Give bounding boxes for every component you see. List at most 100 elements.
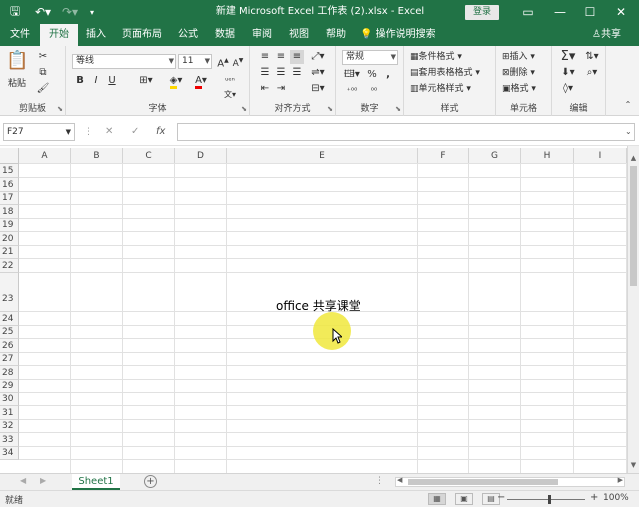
row-header-15[interactable]: 15 — [0, 164, 19, 178]
paste-label[interactable]: 粘贴 — [4, 76, 30, 89]
zoom-in-icon[interactable]: + — [590, 492, 598, 503]
scroll-down-icon[interactable]: ▼ — [628, 459, 639, 471]
decrease-decimal-icon[interactable]: ⁰⁰ — [364, 84, 384, 98]
row-header-23[interactable]: 23 — [0, 273, 19, 312]
merge-icon[interactable]: ⊟▾ — [308, 82, 328, 96]
tab-review[interactable]: 审阅 — [246, 24, 278, 46]
expand-formula-icon[interactable]: ⌄ — [625, 123, 632, 141]
increase-font-icon[interactable]: A▲ — [216, 54, 230, 71]
align-middle-icon[interactable]: ≡ — [274, 50, 288, 64]
save-icon[interactable]: 🖫 — [6, 0, 24, 24]
row-header-17[interactable]: 17 — [0, 192, 19, 205]
cell-styles-button[interactable]: ▥单元格样式 ▾ — [410, 82, 471, 96]
format-cells-button[interactable]: ▣格式 ▾ — [502, 82, 536, 96]
zoom-level[interactable]: 100% — [603, 493, 629, 503]
prev-sheet-icon[interactable]: ◀ — [20, 476, 26, 485]
tab-splitter-icon[interactable]: ⋮ — [375, 476, 384, 486]
tab-data[interactable]: 数据 — [209, 24, 241, 46]
wrap-text-icon[interactable]: ⇌▾ — [308, 66, 328, 80]
font-color-icon[interactable]: A▾ — [191, 74, 211, 89]
close-icon[interactable]: ✕ — [606, 0, 636, 24]
worksheet-grid[interactable]: ABCDEFGHI 15 16 17 18 19 20 21 22 23 24 25 26 27 28 29… — [0, 146, 627, 473]
currency-icon[interactable]: 🖽▾ — [342, 68, 362, 82]
row-header-34[interactable]: 34 — [0, 447, 19, 460]
customize-qat-icon[interactable]: ▾ — [86, 0, 98, 24]
phonetic-icon[interactable]: ᵘᵉⁿ 文▾ — [220, 74, 240, 102]
insert-cells-button[interactable]: ⊞插入 ▾ — [502, 50, 535, 64]
tab-home[interactable]: 开始 — [40, 24, 78, 46]
row-header-29[interactable]: 29 — [0, 380, 19, 393]
normal-view-icon[interactable]: ▦ — [428, 493, 446, 505]
collapse-ribbon-icon[interactable]: ⌃ — [622, 98, 634, 112]
format-painter-icon[interactable]: 🖌 — [36, 82, 50, 96]
select-all-corner[interactable] — [0, 148, 19, 164]
zoom-slider-thumb[interactable] — [548, 495, 551, 504]
delete-cells-button[interactable]: ⊠删除 ▾ — [502, 66, 535, 80]
undo-icon[interactable]: ↶▾ — [32, 0, 54, 24]
cancel-icon[interactable]: ✕ — [105, 123, 113, 141]
row-header-18[interactable]: 18 — [0, 205, 19, 219]
row-header-26[interactable]: 26 — [0, 339, 19, 353]
scroll-right-icon[interactable]: ▶ — [618, 476, 623, 484]
tab-insert[interactable]: 插入 — [80, 24, 112, 46]
font-launcher-icon[interactable]: ⬊ — [241, 105, 247, 113]
format-as-table-button[interactable]: ▤套用表格格式 ▾ — [410, 66, 480, 80]
login-button[interactable]: 登录 — [465, 5, 499, 20]
bold-button[interactable]: B — [74, 74, 86, 88]
align-top-icon[interactable]: ≡ — [258, 50, 272, 64]
percent-button[interactable]: % — [366, 68, 378, 82]
sort-filter-icon[interactable]: ⇅▾ — [582, 50, 602, 64]
scroll-up-icon[interactable]: ▲ — [628, 152, 639, 164]
row-header-27[interactable]: 27 — [0, 353, 19, 366]
share-button[interactable]: ♙共享 — [592, 24, 621, 46]
number-launcher-icon[interactable]: ⬊ — [395, 105, 401, 113]
border-icon[interactable]: ⊞▾ — [136, 74, 156, 88]
copy-icon[interactable]: ⧉ — [36, 66, 50, 80]
increase-decimal-icon[interactable]: ⁺⁰⁰ — [342, 84, 362, 98]
number-format-select[interactable]: 常规 ▼ — [342, 50, 398, 65]
add-sheet-icon[interactable]: + — [144, 475, 157, 488]
align-right-icon[interactable]: ☰ — [290, 66, 304, 80]
row-header-31[interactable]: 31 — [0, 406, 19, 420]
column-header-a[interactable]: A — [19, 148, 71, 164]
cell-e23[interactable]: office 共享课堂 — [276, 297, 361, 314]
clipboard-launcher-icon[interactable]: ⬊ — [57, 105, 63, 113]
align-bottom-icon[interactable]: ≡ — [290, 50, 304, 64]
vertical-scroll-thumb[interactable] — [630, 166, 637, 286]
increase-indent-icon[interactable]: ⇥ — [274, 82, 288, 96]
row-header-32[interactable]: 32 — [0, 420, 19, 433]
enter-icon[interactable]: ✓ — [131, 123, 139, 141]
find-icon[interactable]: ⌕▾ — [582, 66, 602, 80]
column-header-h[interactable]: H — [521, 148, 574, 164]
decrease-indent-icon[interactable]: ⇤ — [258, 82, 272, 96]
comma-button[interactable]: , — [382, 68, 394, 82]
row-header-22[interactable]: 22 — [0, 259, 19, 273]
align-left-icon[interactable]: ☰ — [258, 66, 272, 80]
font-size-select[interactable]: 11 ▼ — [178, 54, 212, 69]
formula-input[interactable] — [177, 123, 635, 141]
row-header-24[interactable]: 24 — [0, 312, 19, 326]
ribbon-display-icon[interactable]: ▭ — [513, 0, 543, 24]
maximize-icon[interactable]: ☐ — [575, 0, 605, 24]
name-box[interactable]: F27 ▼ — [3, 123, 75, 141]
horizontal-scrollbar[interactable]: ◀ ▶ — [395, 476, 625, 487]
column-header-e[interactable]: E — [227, 148, 418, 164]
scroll-left-icon[interactable]: ◀ — [397, 476, 402, 484]
column-header-d[interactable]: D — [175, 148, 227, 164]
row-header-25[interactable]: 25 — [0, 326, 19, 339]
row-header-30[interactable]: 30 — [0, 393, 19, 406]
row-header-33[interactable]: 33 — [0, 433, 19, 447]
row-header-16[interactable]: 16 — [0, 178, 19, 192]
page-layout-view-icon[interactable]: ▣ — [455, 493, 473, 505]
conditional-format-button[interactable]: ▦条件格式 ▾ — [410, 50, 462, 64]
horizontal-scroll-thumb[interactable] — [408, 479, 558, 485]
tab-page-layout[interactable]: 页面布局 — [118, 24, 166, 46]
column-header-g[interactable]: G — [469, 148, 521, 164]
tab-help[interactable]: 帮助 — [320, 24, 352, 46]
row-header-20[interactable]: 20 — [0, 232, 19, 246]
tab-file[interactable]: 文件 — [4, 24, 36, 46]
underline-button[interactable]: U — [106, 74, 118, 88]
alignment-launcher-icon[interactable]: ⬊ — [327, 105, 333, 113]
row-header-19[interactable]: 19 — [0, 219, 19, 232]
row-header-28[interactable]: 28 — [0, 366, 19, 380]
